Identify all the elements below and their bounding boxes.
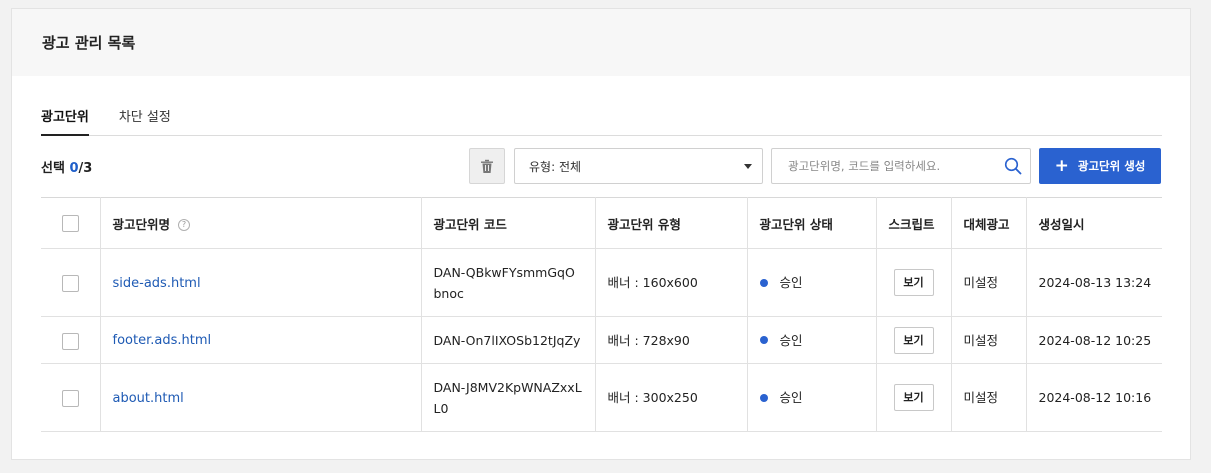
search-input[interactable] [772, 149, 997, 183]
table-row: side-ads.html DAN-QBkwFYsmmGqObnoc 배너 : … [41, 248, 1162, 317]
create-ad-unit-button[interactable]: + 광고단위 생성 [1039, 148, 1161, 184]
code-cell: DAN-On7lIXOSb12tJqZy [421, 316, 596, 364]
name-cell: side-ads.html [100, 248, 422, 317]
header-fallback: 대체광고 [951, 197, 1027, 249]
panel-header: 광고 관리 목록 [12, 9, 1190, 76]
table-row: about.html DAN-J8MV2KpWNAZxxLL0 배너 : 300… [41, 363, 1162, 432]
status-dot-icon [759, 393, 768, 402]
fallback-cell: 미설정 [951, 248, 1027, 317]
ad-unit-name-link[interactable]: about.html [113, 391, 184, 406]
search-icon[interactable] [1004, 157, 1022, 175]
header-select-all [41, 197, 101, 249]
status-cell: 승인 [747, 316, 877, 364]
selection-count: 선택 0/3 [41, 157, 92, 176]
delete-button[interactable] [469, 148, 505, 184]
code-cell: DAN-J8MV2KpWNAZxxLL0 [421, 363, 596, 432]
ad-unit-name-link[interactable]: footer.ads.html [113, 333, 212, 348]
tab-bar: 광고단위 차단 설정 [41, 76, 1162, 136]
header-type: 광고단위 유형 [595, 197, 748, 249]
plus-icon: + [1054, 155, 1069, 176]
ad-unit-name-link[interactable]: side-ads.html [113, 276, 201, 291]
page-title: 광고 관리 목록 [42, 34, 136, 52]
selection-label: 선택 [41, 161, 70, 176]
row-select-cell [41, 363, 101, 432]
row-checkbox[interactable] [61, 390, 79, 407]
type-filter-select[interactable]: 유형: 전체 [514, 148, 763, 184]
status-dot-icon [759, 336, 768, 344]
header-name-label: 광고단위명 [112, 216, 171, 232]
status-label: 승인 [779, 390, 803, 405]
code-cell: DAN-QBkwFYsmmGqObnoc [421, 248, 596, 317]
select-all-checkbox[interactable] [61, 214, 79, 232]
status-label: 승인 [779, 332, 803, 348]
type-filter-value: 유형: 전체 [529, 159, 582, 174]
row-checkbox[interactable] [61, 275, 79, 292]
create-ad-unit-label: 광고단위 생성 [1077, 159, 1146, 173]
panel-content: 광고단위 차단 설정 선택 0/3 유형: 전체 광고단위명, 코드를 입력하세… [41, 76, 1162, 432]
created-cell: 2024-08-13 13:24 [1026, 248, 1162, 317]
type-cell: 배너 : 728x90 [595, 316, 748, 364]
table-header-row: 광고단위명? 광고단위 코드 광고단위 유형 광고단위 상태 스크립트 대체광고… [41, 197, 1162, 249]
status-cell: 승인 [747, 363, 877, 432]
tab-block-settings[interactable]: 차단 설정 [119, 106, 171, 135]
ad-units-table: 광고단위명? 광고단위 코드 광고단위 유형 광고단위 상태 스크립트 대체광고… [41, 197, 1162, 432]
fallback-cell: 미설정 [951, 363, 1027, 432]
row-select-cell [41, 316, 101, 364]
name-cell: footer.ads.html [100, 316, 422, 364]
header-name: 광고단위명? [100, 197, 422, 249]
fallback-cell: 미설정 [951, 316, 1027, 364]
selected-count: 0 [69, 161, 79, 176]
type-cell: 배너 : 160x600 [595, 248, 748, 317]
status-label: 승인 [779, 275, 803, 290]
search-box [771, 148, 1031, 184]
created-cell: 2024-08-12 10:25 [1026, 316, 1162, 364]
name-cell: about.html [100, 363, 422, 432]
total-count: /3 [78, 161, 93, 176]
view-script-button[interactable]: 보기 [893, 326, 934, 354]
help-icon[interactable]: ? [178, 219, 191, 231]
table-row: footer.ads.html DAN-On7lIXOSb12tJqZy 배너 … [41, 316, 1162, 364]
header-code: 광고단위 코드 [421, 197, 596, 249]
toolbar: 선택 0/3 유형: 전체 광고단위명, 코드를 입력하세요. + 광고단위 생… [41, 136, 1162, 197]
script-cell: 보기 [876, 316, 952, 364]
script-cell: 보기 [876, 363, 952, 432]
view-script-button[interactable]: 보기 [893, 384, 934, 411]
script-cell: 보기 [876, 248, 952, 317]
header-status: 광고단위 상태 [747, 197, 877, 249]
tab-ad-units[interactable]: 광고단위 [41, 106, 89, 136]
type-cell: 배너 : 300x250 [595, 363, 748, 432]
header-created: 생성일시 [1026, 197, 1162, 249]
row-select-cell [41, 248, 101, 317]
caret-down-icon [744, 164, 752, 169]
trash-icon [481, 159, 493, 173]
view-script-button[interactable]: 보기 [893, 269, 934, 296]
created-cell: 2024-08-12 10:16 [1026, 363, 1162, 432]
row-checkbox[interactable] [61, 332, 79, 350]
status-cell: 승인 [747, 248, 877, 317]
header-script: 스크립트 [876, 197, 952, 249]
status-dot-icon [759, 278, 768, 287]
ad-management-panel: 광고 관리 목록 광고단위 차단 설정 선택 0/3 유형: 전체 광고단위명,… [11, 8, 1191, 460]
